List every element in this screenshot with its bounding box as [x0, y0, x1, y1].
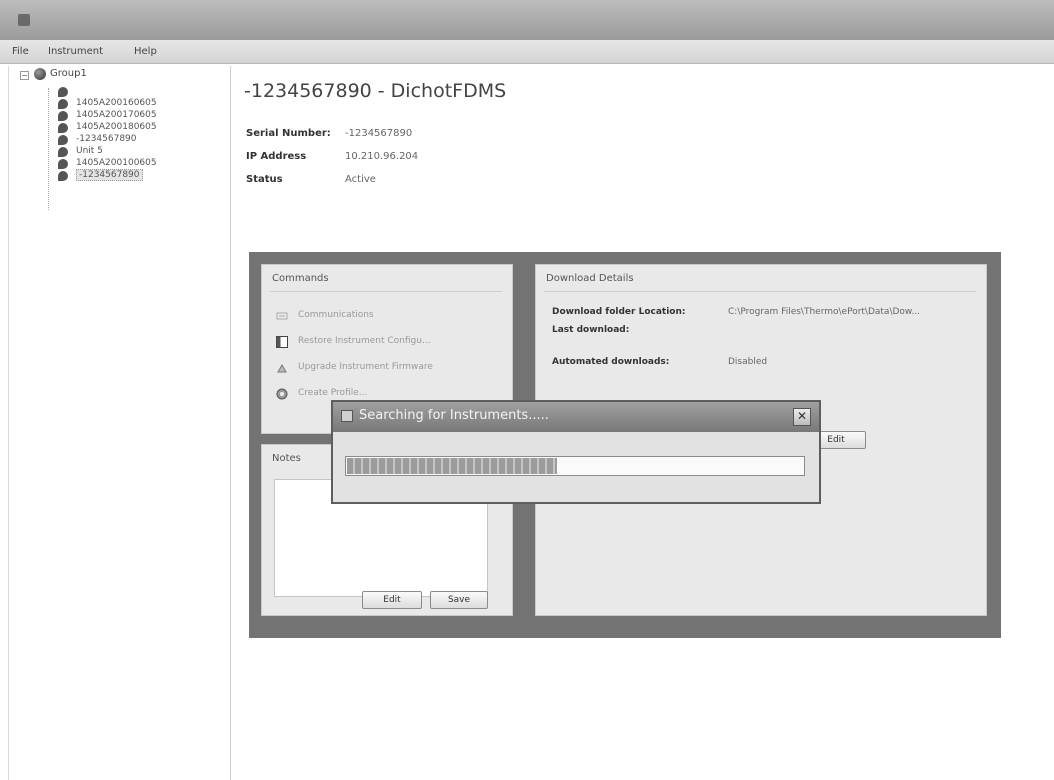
- tree-group-label[interactable]: Group1: [50, 68, 87, 79]
- last-download-label: Last download:: [552, 325, 630, 335]
- status-label: Status: [246, 174, 283, 185]
- menu-instrument[interactable]: Instrument: [48, 46, 103, 57]
- ip-address-label: IP Address: [246, 151, 307, 162]
- serial-number-value: -1234567890: [345, 128, 413, 139]
- download-folder-value: C:\Program Files\Thermo\ePort\Data\Dow..…: [728, 307, 921, 317]
- automated-downloads-label: Automated downloads:: [552, 357, 670, 367]
- serial-number-label: Serial Number:: [246, 128, 331, 139]
- notes-caption: Notes: [272, 453, 301, 464]
- dialog-close-button[interactable]: ✕: [793, 408, 811, 426]
- search-progress-bar: [345, 456, 805, 476]
- app-icon: [18, 14, 30, 26]
- menu-help[interactable]: Help: [134, 46, 157, 57]
- instrument-icon: [58, 123, 68, 133]
- notes-save-button[interactable]: Save: [430, 591, 488, 609]
- dialog-window-icon: [341, 410, 353, 422]
- instrument-icon: [58, 159, 68, 169]
- communications-icon: [276, 312, 288, 320]
- download-folder-label: Download folder Location:: [552, 307, 686, 317]
- instrument-icon: [58, 87, 68, 97]
- restore-icon: [276, 336, 288, 348]
- profile-icon: [276, 388, 288, 400]
- menu-file[interactable]: File: [12, 46, 29, 57]
- tree-collapse-icon[interactable]: −: [20, 71, 29, 80]
- dialog-titlebar: Searching for Instruments..... ✕: [333, 402, 819, 432]
- instrument-icon: [58, 135, 68, 145]
- download-caption: Download Details: [546, 273, 634, 284]
- status-value: Active: [345, 174, 376, 185]
- device-title: -1234567890 - DichotFDMS: [244, 80, 507, 102]
- tree-connector: [48, 88, 49, 210]
- upgrade-icon: [277, 363, 287, 373]
- progress-fill: [347, 458, 557, 474]
- automated-downloads-value: Disabled: [728, 357, 768, 367]
- commands-caption: Commands: [272, 273, 329, 284]
- instrument-icon: [58, 147, 68, 157]
- notes-edit-button[interactable]: Edit: [362, 591, 422, 609]
- dialog-title: Searching for Instruments.....: [359, 408, 549, 423]
- searching-dialog: Searching for Instruments..... ✕: [331, 400, 821, 504]
- menubar: File Instrument Help: [0, 40, 1054, 64]
- instrument-icon: [58, 99, 68, 109]
- group-icon: [34, 68, 46, 80]
- ip-address-value: 10.210.96.204: [345, 151, 419, 162]
- instrument-icon: [58, 111, 68, 121]
- window-titlebar: [0, 0, 1054, 40]
- divider: [270, 291, 502, 292]
- instrument-icon: [58, 171, 68, 181]
- divider: [544, 291, 976, 292]
